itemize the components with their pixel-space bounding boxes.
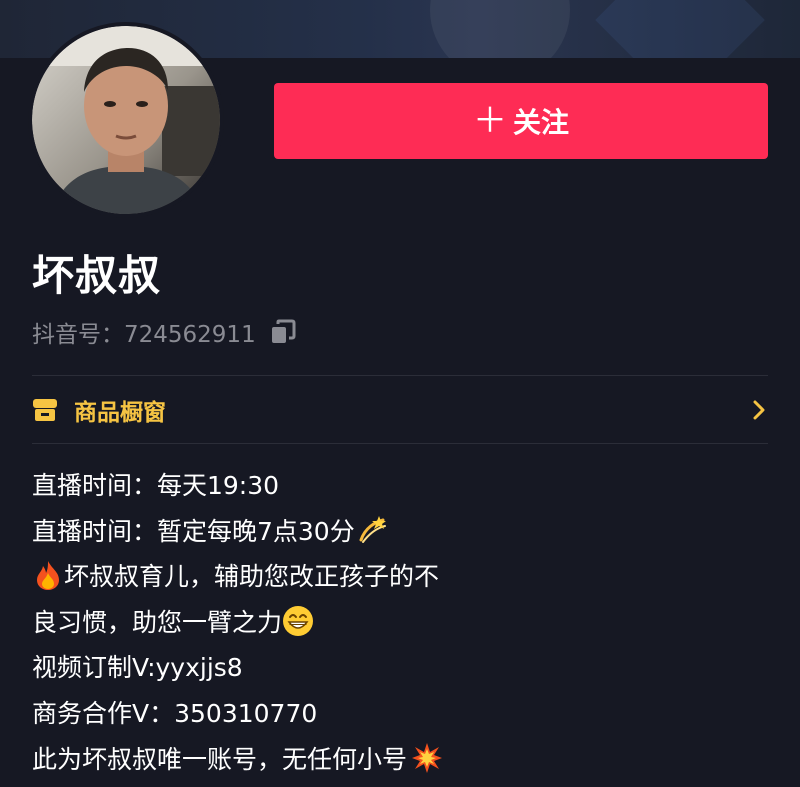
bio-line: 视频订制V:yyxjjs8 [32,645,772,691]
bio-line-text: 直播时间：暂定每晚7点30分 [32,516,355,546]
product-showcase-row[interactable]: 商品橱窗 [32,377,768,443]
bio-line: 直播时间：暂定每晚7点30分 [32,509,772,555]
product-showcase-label: 商品橱窗 [74,400,166,426]
avatar[interactable] [28,22,224,218]
shop-icon [33,399,57,421]
profile-name: 坏叔叔 [32,251,162,300]
follow-button-label: 关注 [512,106,569,139]
divider [32,375,768,376]
bio-line: 直播时间：每天19:30 [32,463,772,509]
bio-line-text: 良习惯，助您一臂之力 [32,607,283,637]
dizzy-emoji [359,515,386,543]
bio-line-text: 坏叔叔育儿，辅助您改正孩子的不 [64,562,440,592]
fire-emoji [37,561,59,591]
bio-line: 此为坏叔叔唯一账号，无任何小号 [32,737,772,783]
cover-decoration [430,0,570,58]
douyin-id-row: 抖音号：724562911 [32,315,296,349]
bio-line: 良习惯，助您一臂之力 [32,600,772,646]
plus-icon: ＋ [472,101,507,141]
avatar-image [32,26,220,214]
collision-emoji [412,742,443,773]
copy-icon[interactable] [270,319,296,345]
cover-decoration [595,0,765,58]
bio-line-text: 视频订制V:yyxjjs8 [32,653,243,683]
divider [32,443,768,444]
chevron-right-icon [753,400,765,420]
grin-emoji [283,605,314,636]
bio-line-text: 商务合作V：350310770 [32,698,318,728]
profile-bio: 直播时间：每天19:30 直播时间：暂定每晚7点30分 坏叔叔育儿，辅助您改正孩… [32,463,772,782]
bio-line: 商务合作V：350310770 [32,691,772,737]
follow-button[interactable]: ＋ 关注 [274,83,768,159]
bio-line-text: 此为坏叔叔唯一账号，无任何小号 [32,744,408,774]
douyin-id-text: 抖音号：724562911 [32,322,256,348]
bio-line: 坏叔叔育儿，辅助您改正孩子的不 [32,554,772,600]
bio-line-text: 直播时间：每天19:30 [32,471,280,500]
